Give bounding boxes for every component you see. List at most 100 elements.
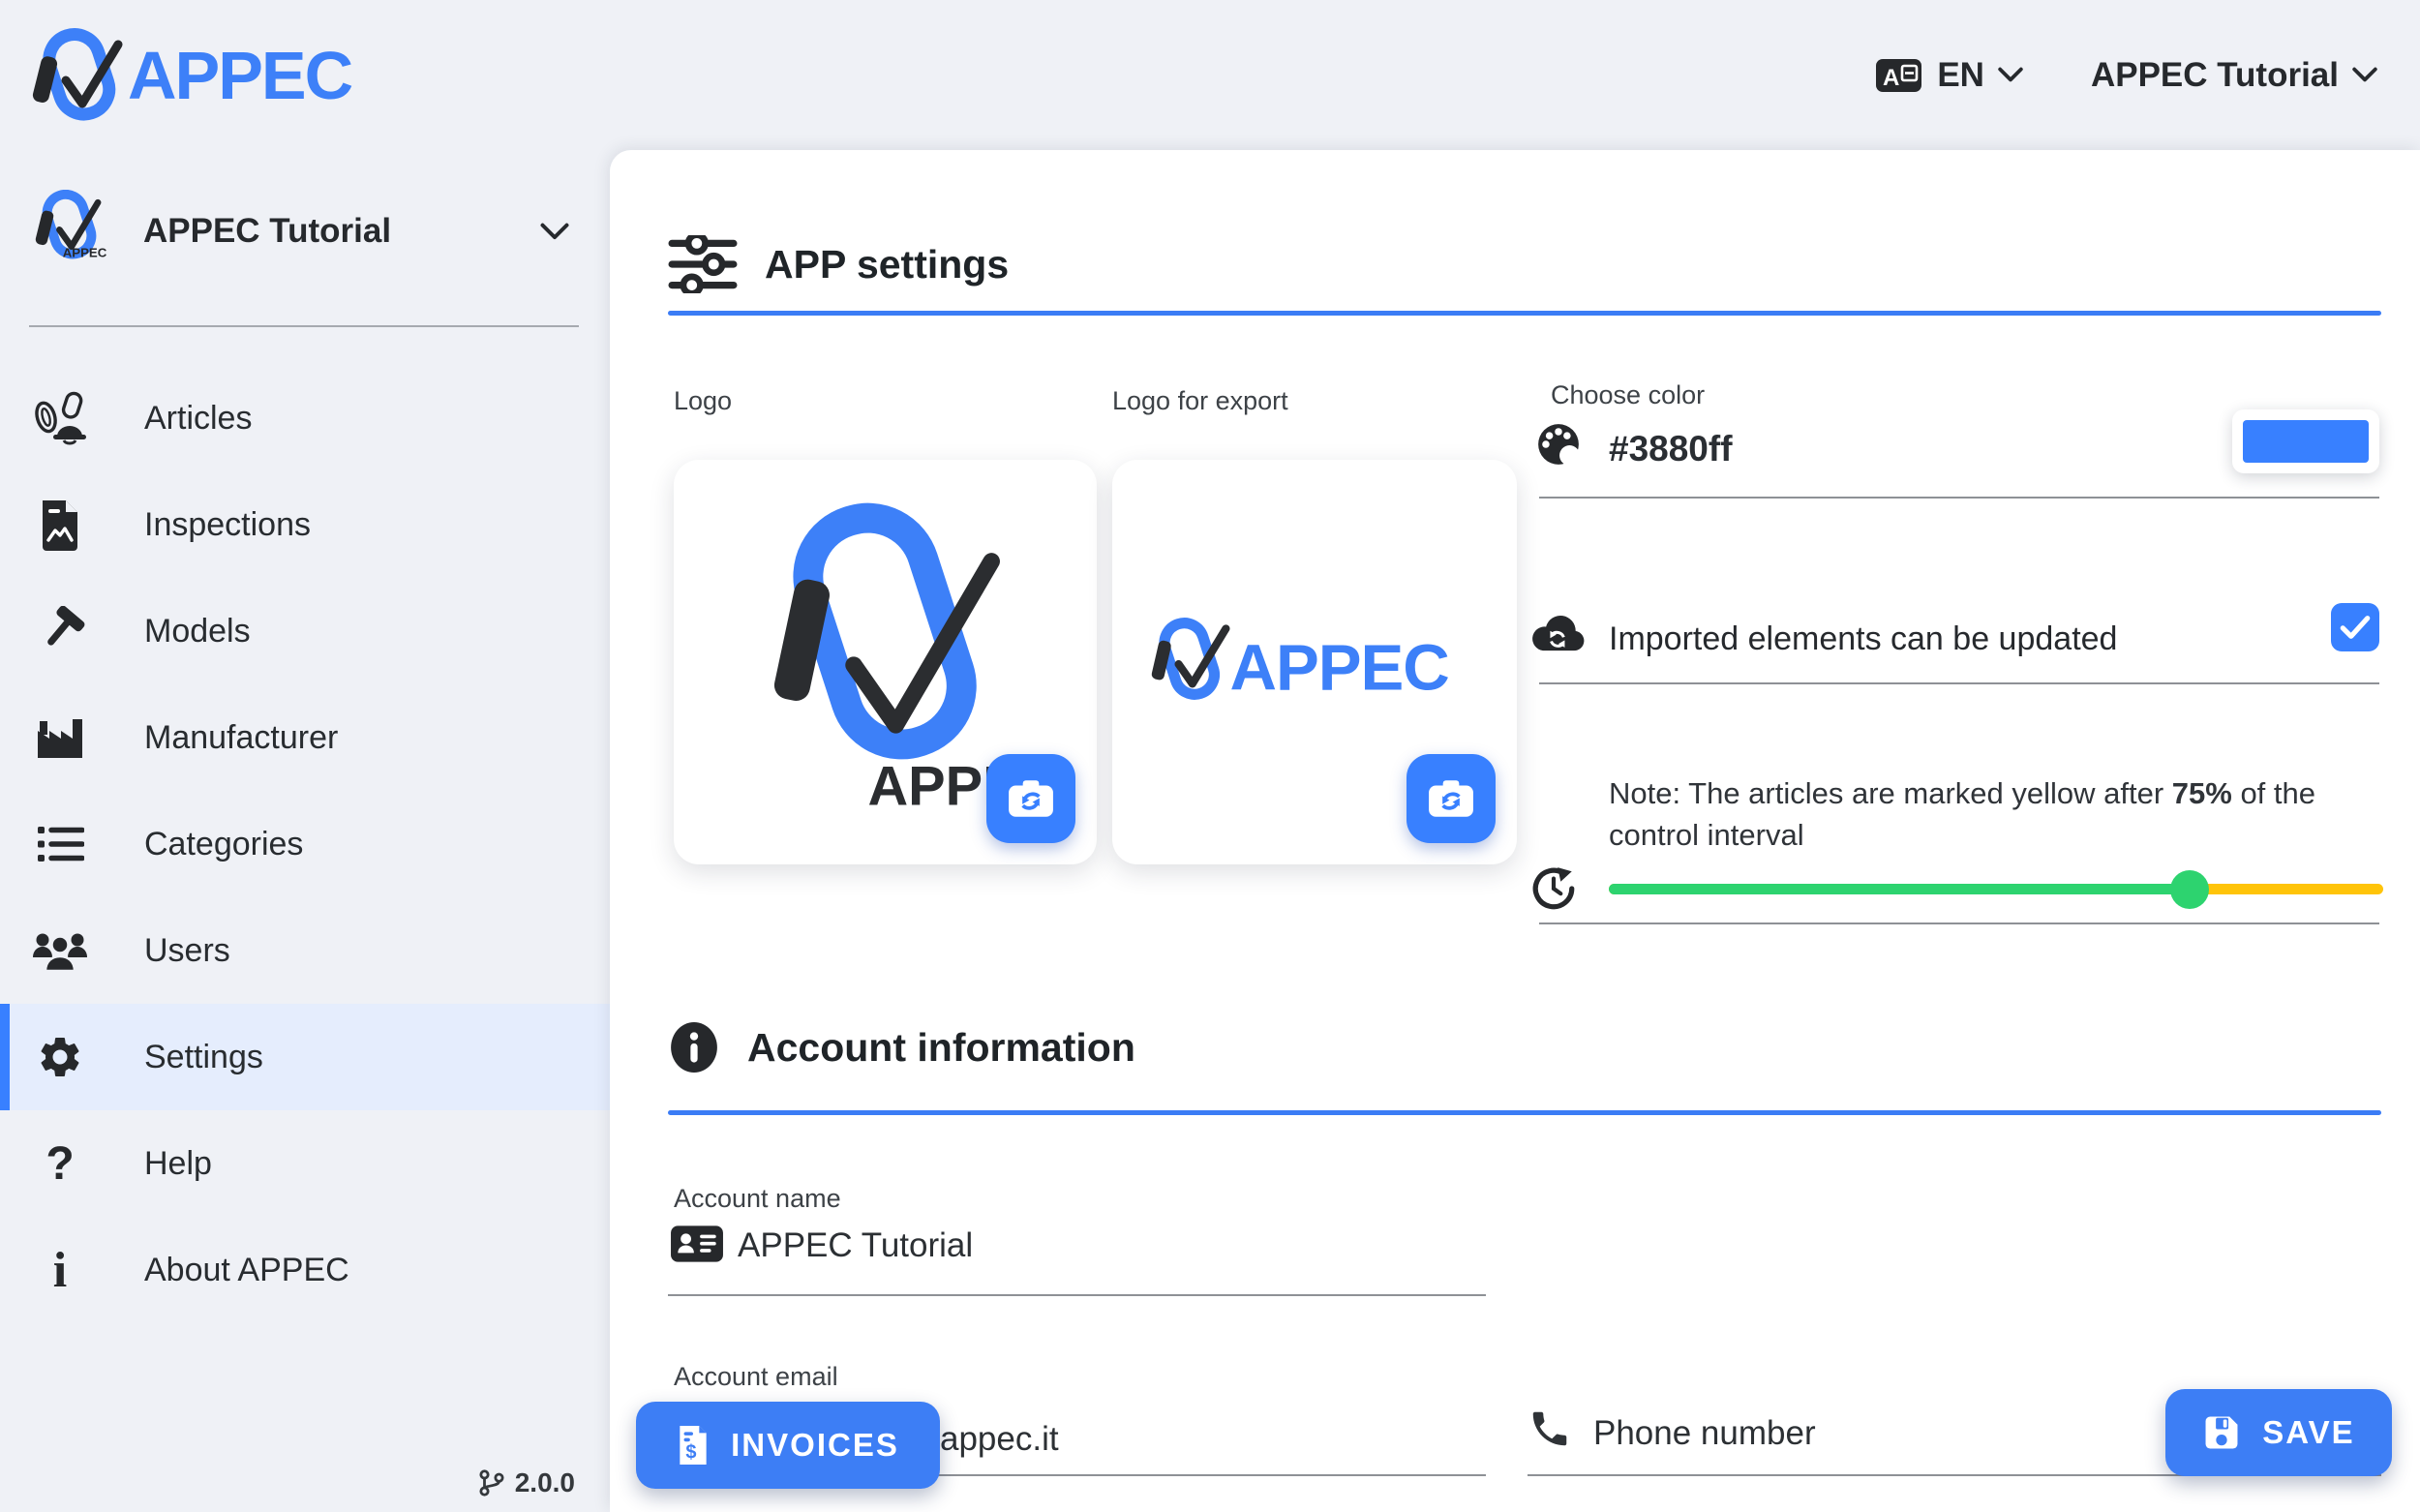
svg-text:$: $ [685,1442,698,1464]
save-floppy-icon [2205,1416,2238,1449]
chevron-down-icon [540,223,569,239]
chevron-down-icon [1998,67,2023,82]
sidebar-divider [29,325,579,327]
slider-row-underline [1539,922,2379,924]
app-root: APPEC A EN APPEC Tutorial APPEC APPEC Tu… [0,0,2420,1512]
main-content: APP settings Logo Logo for export Choose… [610,150,2420,1512]
sidebar-item-label: Inspections [144,505,311,543]
workspace-label: APPEC Tutorial [143,212,392,250]
info-letter-icon: i [52,1242,68,1298]
account-name-label: Account name [674,1184,841,1213]
note-percent: 75% [2171,776,2232,810]
choose-color-label: Choose color [1551,380,1706,409]
phone-number-field[interactable]: Phone number [1593,1414,1816,1453]
note-prefix: Note: The articles are marked yellow aft… [1609,776,2172,810]
language-label: EN [1937,55,1984,94]
slider-thumb[interactable] [2170,870,2209,909]
logo-text: APPEC [63,245,107,259]
sidebar-item-inspections[interactable]: Inspections [0,471,610,578]
account-info-title: Account information [668,1021,1135,1074]
brand-logo: APPEC [25,27,353,124]
imported-elements-checkbox[interactable] [2331,603,2379,651]
sidebar-item-articles[interactable]: Articles [0,365,610,471]
interval-slider[interactable] [1609,868,2383,909]
info-circle-icon [671,1022,717,1073]
section-title-text: APP settings [765,241,1010,287]
sidebar-item-label: About APPEC [144,1251,349,1288]
sidebar-nav: Articles Inspections Models Manufacturer… [0,365,610,1323]
palette-icon [1535,421,1582,472]
carabiner-logo-icon [32,27,123,120]
account-email-label: Account email [674,1362,838,1391]
sidebar-item-help[interactable]: ? Help [0,1110,610,1217]
app-logo-horizontal: APPEC [1151,618,1450,704]
sidebar-item-users[interactable]: Users [0,897,610,1004]
sidebar-item-label: Categories [144,825,304,862]
logo-card: APPEC [674,460,1097,864]
slider-fill [1609,884,2190,894]
account-menu[interactable]: APPEC Tutorial [2091,56,2377,95]
sidebar-item-label: Manufacturer [144,718,339,756]
language-selector[interactable]: A EN [1875,56,2023,95]
version-text: 2.0.0 [514,1467,575,1497]
sidebar-item-label: Models [144,612,251,650]
list-icon [29,824,91,864]
account-email-field[interactable]: appec.it [940,1420,1059,1459]
sidebar-item-settings[interactable]: Settings [0,1004,610,1110]
hammer-icon [29,606,91,656]
invoice-icon: $ [680,1426,707,1465]
brand-text: APPEC [128,37,353,113]
account-name-field[interactable]: APPEC Tutorial [738,1226,973,1265]
translate-icon: A [1876,58,1922,92]
workspace-selector[interactable]: APPEC APPEC Tutorial [0,173,610,289]
invoices-button[interactable]: $ INVOICES [636,1402,940,1489]
save-button-label: SAVE [2262,1414,2355,1450]
document-icon [29,499,91,551]
change-logo-button[interactable] [986,754,1075,843]
app-settings-title: APP settings [668,235,1009,293]
check-icon [2340,616,2371,639]
gear-icon [29,1033,91,1081]
sidebar-item-label: Help [144,1144,212,1182]
sidebar-item-label: Settings [144,1038,263,1075]
change-export-logo-button[interactable] [1407,754,1496,843]
invoices-button-label: INVOICES [731,1427,899,1463]
sidebar-item-label: Articles [144,399,253,437]
app-version: 2.0.0 [478,1467,575,1498]
id-card-icon [670,1223,724,1270]
logo-label: Logo [674,386,733,415]
logo-export-label: Logo for export [1112,386,1288,415]
color-swatch[interactable] [2232,409,2379,473]
account-menu-label: APPEC Tutorial [2090,55,2339,94]
workspace-logo-icon: APPEC [35,190,107,259]
phone-icon [1528,1406,1572,1456]
section-title-text: Account information [747,1024,1135,1070]
color-field-underline [1539,497,2379,499]
camera-refresh-icon [1429,780,1473,817]
sidebar-item-categories[interactable]: Categories [0,791,610,897]
section-rule [668,311,2381,316]
sidebar-item-label: Users [144,931,230,969]
sidebar-item-manufacturer[interactable]: Manufacturer [0,684,610,791]
git-branch-icon [479,1469,504,1497]
color-value-field[interactable]: #3880ff [1609,429,1733,469]
header-controls: A EN APPEC Tutorial [1875,56,2377,95]
question-mark-icon: ? [45,1137,75,1190]
climbing-gear-icon [29,390,91,446]
save-button[interactable]: SAVE [2165,1389,2392,1476]
factory-icon [29,715,91,760]
imported-elements-label: Imported elements can be updated [1609,620,2118,657]
top-header: APPEC A EN APPEC Tutorial [0,0,2420,150]
history-icon [1529,864,1578,918]
sidebar-item-about[interactable]: i About APPEC [0,1217,610,1323]
section-rule [668,1110,2381,1115]
logo-text: APPEC [1229,631,1448,704]
sidebar-item-models[interactable]: Models [0,578,610,684]
control-interval-note: Note: The articles are marked yellow aft… [1609,773,2383,857]
cloud-sync-icon [1529,613,1588,660]
chevron-down-icon [2352,67,2377,82]
svg-text:A: A [1883,65,1899,91]
sliders-icon [668,235,738,293]
color-swatch-fill [2243,420,2369,463]
account-name-underline [668,1294,1486,1296]
